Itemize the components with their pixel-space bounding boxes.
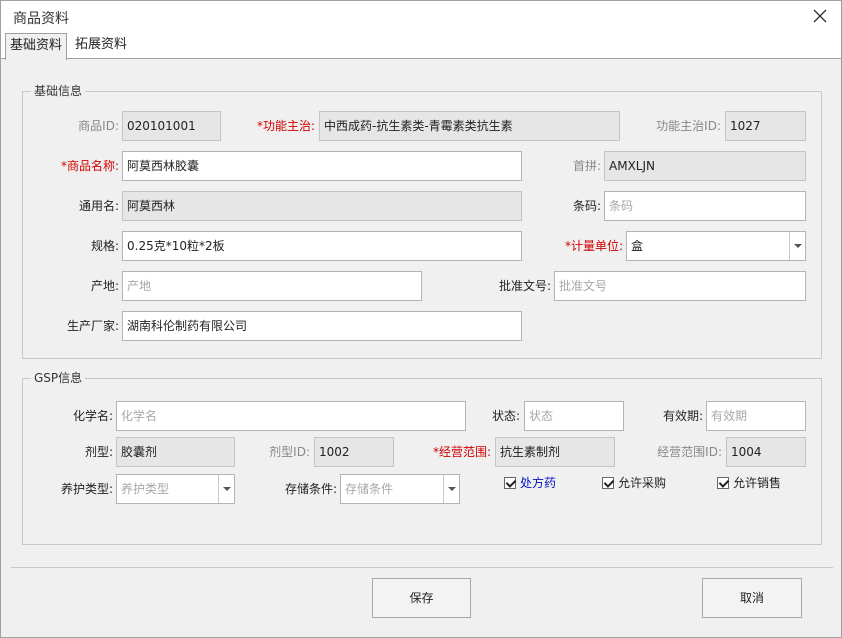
pinyin-label: 首拼: [572, 159, 601, 173]
save-button[interactable]: 保存 [372, 578, 471, 618]
storage-select[interactable]: 存储条件 [340, 474, 460, 504]
chemical-name-label: 化学名: [72, 409, 113, 423]
window-title: 商品资料 [13, 11, 69, 27]
chevron-down-icon[interactable] [218, 475, 234, 503]
status-label: 状态: [491, 409, 520, 423]
allow-sale-checkbox[interactable]: 允许销售 [717, 474, 781, 492]
tab-strip: 基础资料 拓展资料 [1, 33, 841, 60]
unit-value: 盒 [631, 239, 644, 253]
product-info-window: 商品资料 基础资料 拓展资料 基础信息 商品ID: 020101001 *功能主… [0, 0, 842, 638]
origin-input[interactable]: 产地 [122, 271, 422, 301]
cancel-button[interactable]: 取消 [702, 578, 802, 618]
prescription-label: 处方药 [520, 476, 557, 490]
indication-id-label: 功能主治ID: [656, 119, 721, 133]
business-scope-label: *经营范围: [432, 445, 491, 459]
close-button[interactable] [811, 7, 829, 25]
indication-field[interactable]: 中西成药-抗生素类-青霉素类抗生素 [319, 111, 620, 141]
generic-name-field[interactable]: 阿莫西林 [122, 191, 522, 221]
approval-no-input[interactable]: 批准文号 [554, 271, 806, 301]
basic-info-legend: 基础信息 [31, 84, 86, 98]
origin-label: 产地: [90, 279, 119, 293]
prescription-checkbox[interactable]: 处方药 [504, 474, 556, 492]
spec-label: 规格: [90, 239, 119, 253]
chevron-down-icon[interactable] [789, 232, 805, 260]
approval-no-label: 批准文号: [498, 279, 551, 293]
generic-name-label: 通用名: [78, 199, 119, 213]
validity-label: 有效期: [662, 409, 703, 423]
tab-basic[interactable]: 基础资料 [5, 33, 68, 60]
product-id-label: 商品ID: [78, 119, 119, 133]
dosage-form-field[interactable]: 胶囊剂 [116, 437, 235, 467]
manufacturer-label: 生产厂家: [66, 319, 119, 333]
validity-input[interactable]: 有效期 [706, 401, 806, 431]
business-scope-field[interactable]: 抗生素制剂 [495, 437, 615, 467]
dosage-form-label: 剂型: [84, 445, 113, 459]
business-scope-id-field[interactable]: 1004 [726, 437, 806, 467]
product-name-label: *商品名称: [60, 159, 119, 173]
checkbox-checked-icon [717, 477, 729, 489]
storage-placeholder: 存储条件 [345, 482, 394, 496]
barcode-input[interactable]: 条码 [604, 191, 806, 221]
unit-label: *计量单位: [564, 239, 623, 253]
maintenance-type-label: 养护类型: [60, 482, 113, 496]
product-name-input[interactable]: 阿莫西林胶囊 [122, 151, 522, 181]
dosage-form-id-label: 剂型ID: [269, 445, 310, 459]
dosage-form-id-field[interactable]: 1002 [314, 437, 394, 467]
manufacturer-input[interactable]: 湖南科伦制药有限公司 [122, 311, 522, 341]
indication-id-field[interactable]: 1027 [725, 111, 806, 141]
maintenance-type-placeholder: 养护类型 [121, 482, 170, 496]
barcode-label: 条码: [572, 199, 601, 213]
tab-extended[interactable]: 拓展资料 [71, 33, 131, 59]
spec-input[interactable]: 0.25克*10粒*2板 [122, 231, 522, 261]
indication-label: *功能主治: [256, 119, 315, 133]
footer-divider [11, 567, 833, 568]
product-id-field[interactable]: 020101001 [122, 111, 221, 141]
allow-purchase-checkbox[interactable]: 允许采购 [602, 474, 666, 492]
chemical-name-input[interactable]: 化学名 [116, 401, 466, 431]
status-input[interactable]: 状态 [524, 401, 624, 431]
allow-sale-label: 允许销售 [733, 476, 782, 490]
title-bar: 商品资料 [1, 1, 841, 33]
pinyin-field[interactable]: AMXLJN [604, 151, 806, 181]
close-icon [813, 9, 827, 23]
business-scope-id-label: 经营范围ID: [657, 445, 722, 459]
chevron-down-icon[interactable] [443, 475, 459, 503]
checkbox-checked-icon [602, 477, 614, 489]
allow-purchase-label: 允许采购 [618, 476, 667, 490]
maintenance-type-select[interactable]: 养护类型 [116, 474, 235, 504]
checkbox-checked-icon [504, 477, 516, 489]
storage-label: 存储条件: [284, 482, 337, 496]
gsp-info-legend: GSP信息 [31, 371, 86, 385]
unit-select[interactable]: 盒 [626, 231, 806, 261]
